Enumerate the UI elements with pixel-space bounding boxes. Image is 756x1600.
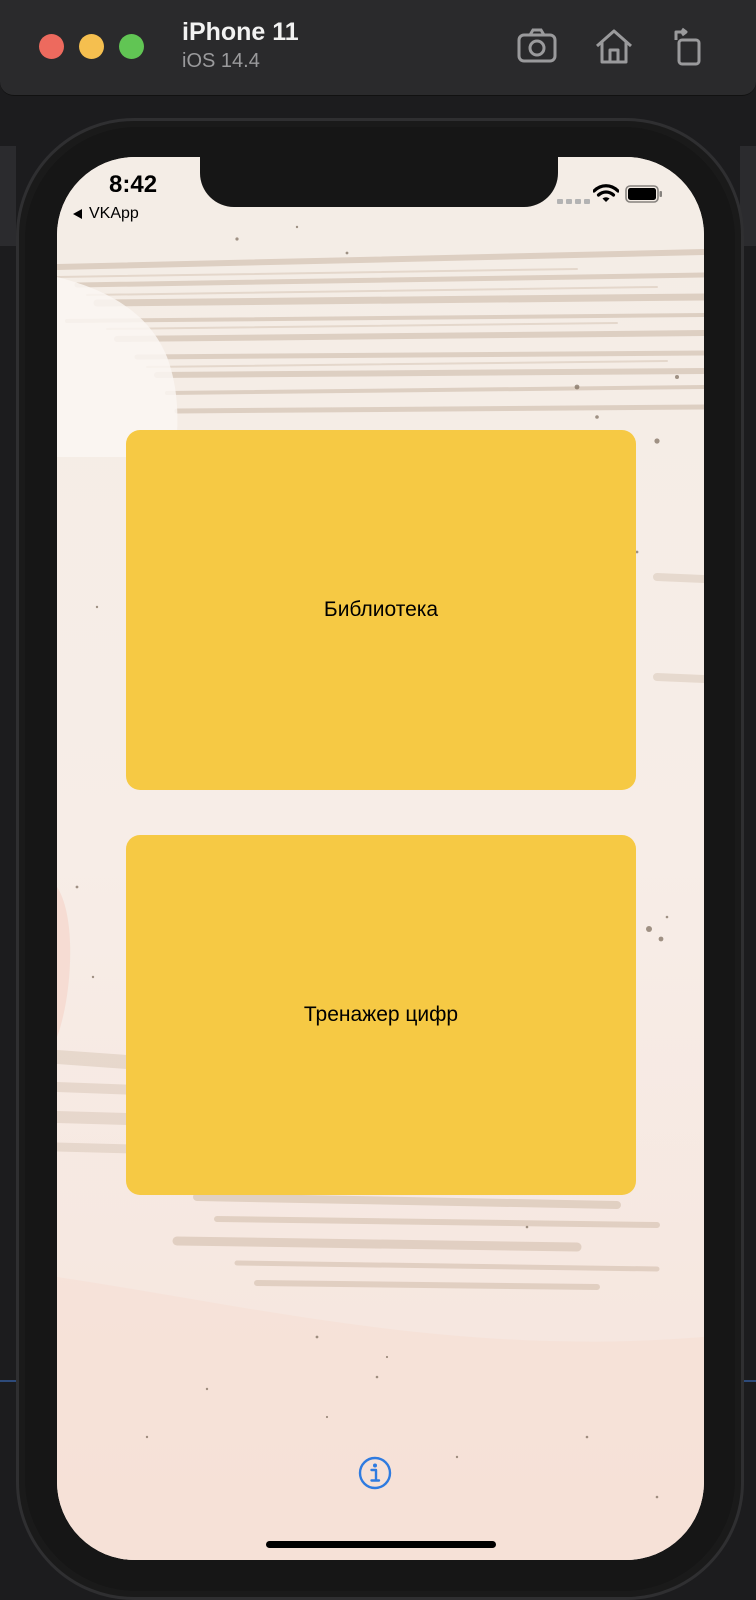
home-icon[interactable] [592,26,636,66]
wifi-icon [593,184,619,202]
info-icon[interactable] [358,1456,392,1490]
device-name: iPhone 11 [182,18,299,46]
minimize-window-button[interactable] [79,34,104,59]
back-arrow-icon [73,209,82,219]
simulator-titlebar: iPhone 11 iOS 14.4 [0,0,756,96]
battery-icon [625,185,662,203]
screenshot-icon[interactable] [515,26,559,66]
os-version: iOS 14.4 [182,50,260,72]
background-divider [0,1380,16,1382]
home-indicator[interactable] [266,1541,496,1548]
notch [200,157,558,207]
device-screen: 8:42 VKApp Библиотека Тренажер цифр [57,157,704,1560]
background-panel-left [0,146,16,246]
rotate-icon[interactable] [666,26,710,66]
library-button-label: Библиотека [323,598,439,621]
digit-trainer-button-label: Тренажер цифр [303,1003,459,1026]
fullscreen-window-button[interactable] [119,34,144,59]
close-window-button[interactable] [39,34,64,59]
signal-icon [557,199,590,204]
status-time: 8:42 [109,171,158,198]
back-to-app-button[interactable]: VKApp [73,205,139,223]
library-button[interactable]: Библиотека [126,430,636,790]
back-app-label: VKApp [89,205,139,222]
digit-trainer-button[interactable]: Тренажер цифр [126,835,636,1195]
